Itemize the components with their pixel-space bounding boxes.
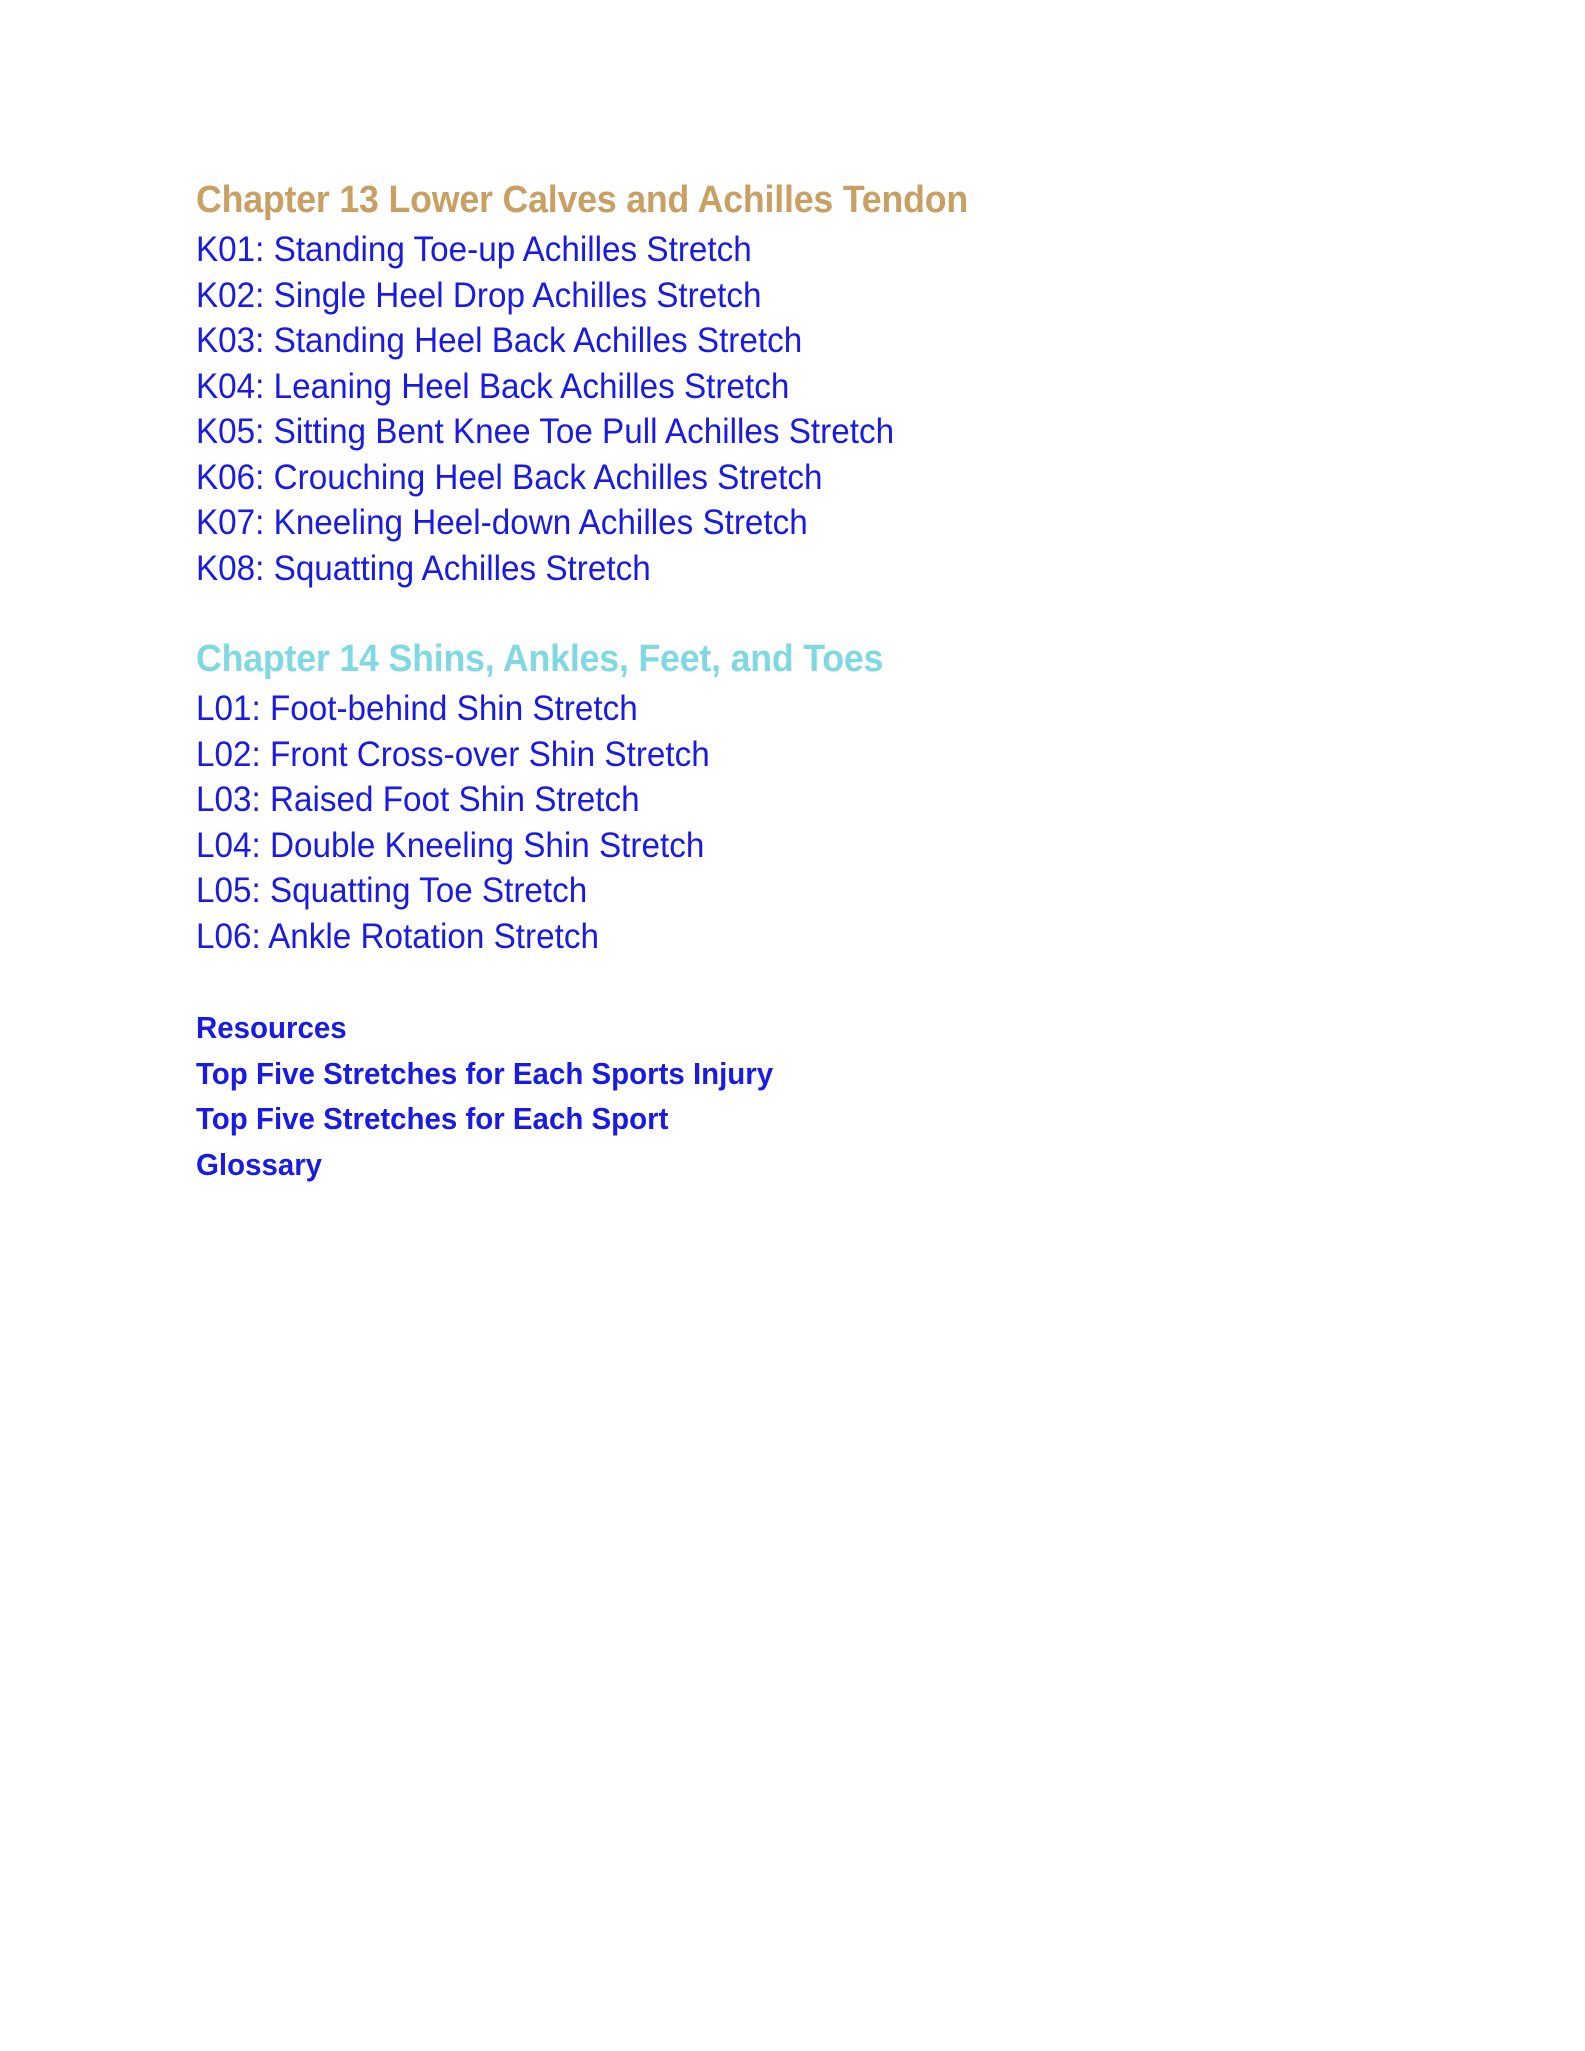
chapter-13-item-list: K01: Standing Toe-up Achilles Stretch K0… [196, 227, 1376, 591]
list-item[interactable]: K02: Single Heel Drop Achilles Stretch [196, 273, 1317, 319]
resources-heading[interactable]: Resources [196, 1005, 1317, 1051]
list-item[interactable]: L05: Squatting Toe Stretch [196, 868, 1317, 914]
list-item[interactable]: K07: Kneeling Heel-down Achilles Stretch [196, 500, 1317, 546]
list-item[interactable]: L01: Foot-behind Shin Stretch [196, 686, 1317, 732]
list-item[interactable]: K06: Crouching Heel Back Achilles Stretc… [196, 455, 1317, 501]
top-five-sports-injury[interactable]: Top Five Stretches for Each Sports Injur… [196, 1051, 1317, 1097]
list-item[interactable]: K05: Sitting Bent Knee Toe Pull Achilles… [196, 409, 1317, 455]
glossary[interactable]: Glossary [196, 1142, 1317, 1188]
list-item[interactable]: K04: Leaning Heel Back Achilles Stretch [196, 364, 1317, 410]
document-page: Chapter 13 Lower Calves and Achilles Ten… [0, 0, 1585, 2051]
chapter-14-heading: Chapter 14 Shins, Ankles, Feet, and Toes [196, 638, 884, 680]
toc-section-chapter-14: Chapter 14 Shins, Ankles, Feet, and Toes… [196, 637, 1376, 959]
list-item[interactable]: K08: Squatting Achilles Stretch [196, 546, 1317, 592]
list-item[interactable]: K01: Standing Toe-up Achilles Stretch [196, 227, 1317, 273]
toc-section-chapter-13: Chapter 13 Lower Calves and Achilles Ten… [196, 178, 1376, 591]
list-item[interactable]: L04: Double Kneeling Shin Stretch [196, 823, 1317, 869]
list-item[interactable]: L02: Front Cross-over Shin Stretch [196, 732, 1317, 778]
chapter-13-heading: Chapter 13 Lower Calves and Achilles Ten… [196, 179, 969, 221]
list-item[interactable]: L03: Raised Foot Shin Stretch [196, 777, 1317, 823]
list-item[interactable]: L06: Ankle Rotation Stretch [196, 914, 1317, 960]
top-five-each-sport[interactable]: Top Five Stretches for Each Sport [196, 1096, 1317, 1142]
table-of-contents: Chapter 13 Lower Calves and Achilles Ten… [196, 178, 1376, 1187]
chapter-14-item-list: L01: Foot-behind Shin Stretch L02: Front… [196, 686, 1376, 959]
toc-section-resources: Resources Top Five Stretches for Each Sp… [196, 1005, 1376, 1187]
list-item[interactable]: K03: Standing Heel Back Achilles Stretch [196, 318, 1317, 364]
